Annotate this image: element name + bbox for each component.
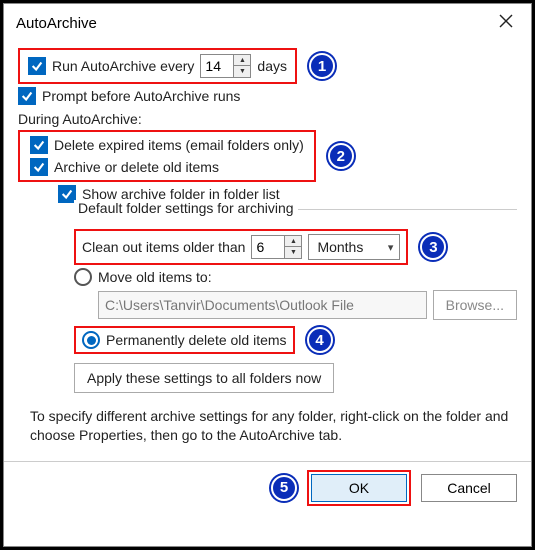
checkbox-archive-delete[interactable] <box>30 158 48 176</box>
path-input <box>98 291 427 319</box>
dialog-window: AutoArchive Run AutoArchive every ▲ ▼ <box>3 3 532 547</box>
age-input[interactable] <box>252 236 284 258</box>
titlebar: AutoArchive <box>4 4 531 41</box>
highlight-clean-out: Clean out items older than ▲ ▼ Months ▾ <box>74 229 408 265</box>
cancel-button[interactable]: Cancel <box>421 474 517 502</box>
during-label: During AutoArchive: <box>18 111 517 127</box>
highlight-ok: OK <box>307 470 411 506</box>
step-badge-1: 1 <box>309 53 335 79</box>
default-settings-group: Default folder settings for archiving Cl… <box>74 209 517 393</box>
checkbox-delete-expired[interactable] <box>30 136 48 154</box>
highlight-run-every: Run AutoArchive every ▲ ▼ days <box>18 48 297 84</box>
chevron-down-icon: ▾ <box>388 241 394 254</box>
dialog-title: AutoArchive <box>16 15 97 32</box>
archive-delete-label: Archive or delete old items <box>54 159 219 175</box>
dialog-buttons: 5 OK Cancel <box>4 461 531 516</box>
radio-perm-delete[interactable] <box>82 331 100 349</box>
step-badge-3: 3 <box>420 234 446 260</box>
spinner-down-icon[interactable]: ▼ <box>285 247 301 258</box>
checkbox-run-every[interactable] <box>28 57 46 75</box>
spinner-up-icon[interactable]: ▲ <box>234 55 250 66</box>
apply-all-button[interactable]: Apply these settings to all folders now <box>74 363 334 393</box>
close-icon[interactable] <box>493 12 519 35</box>
spinner-down-icon[interactable]: ▼ <box>234 66 250 77</box>
checkbox-prompt[interactable] <box>18 87 36 105</box>
unit-value: Months <box>317 239 363 255</box>
age-spinner[interactable]: ▲ ▼ <box>251 235 302 259</box>
perm-delete-label: Permanently delete old items <box>106 332 287 348</box>
delete-expired-label: Delete expired items (email folders only… <box>54 137 304 153</box>
prompt-label: Prompt before AutoArchive runs <box>42 88 240 104</box>
days-spinner[interactable]: ▲ ▼ <box>200 54 251 78</box>
run-every-label: Run AutoArchive every <box>52 58 194 74</box>
step-badge-4: 4 <box>307 327 333 353</box>
move-label: Move old items to: <box>98 269 212 285</box>
ok-button[interactable]: OK <box>311 474 407 502</box>
highlight-during: Delete expired items (email folders only… <box>18 130 316 182</box>
highlight-perm-delete: Permanently delete old items <box>74 326 295 354</box>
days-suffix: days <box>257 58 287 74</box>
unit-select[interactable]: Months ▾ <box>308 234 400 260</box>
browse-button[interactable]: Browse... <box>433 290 517 320</box>
step-badge-5: 5 <box>271 475 297 501</box>
step-badge-2: 2 <box>328 143 354 169</box>
spinner-up-icon[interactable]: ▲ <box>285 236 301 247</box>
footer-note: To specify different archive settings fo… <box>30 407 509 445</box>
clean-out-label: Clean out items older than <box>82 239 245 255</box>
radio-move[interactable] <box>74 268 92 286</box>
group-legend: Default folder settings for archiving <box>74 200 298 216</box>
dialog-body: Run AutoArchive every ▲ ▼ days 1 Prompt … <box>4 41 531 461</box>
days-input[interactable] <box>201 55 233 77</box>
